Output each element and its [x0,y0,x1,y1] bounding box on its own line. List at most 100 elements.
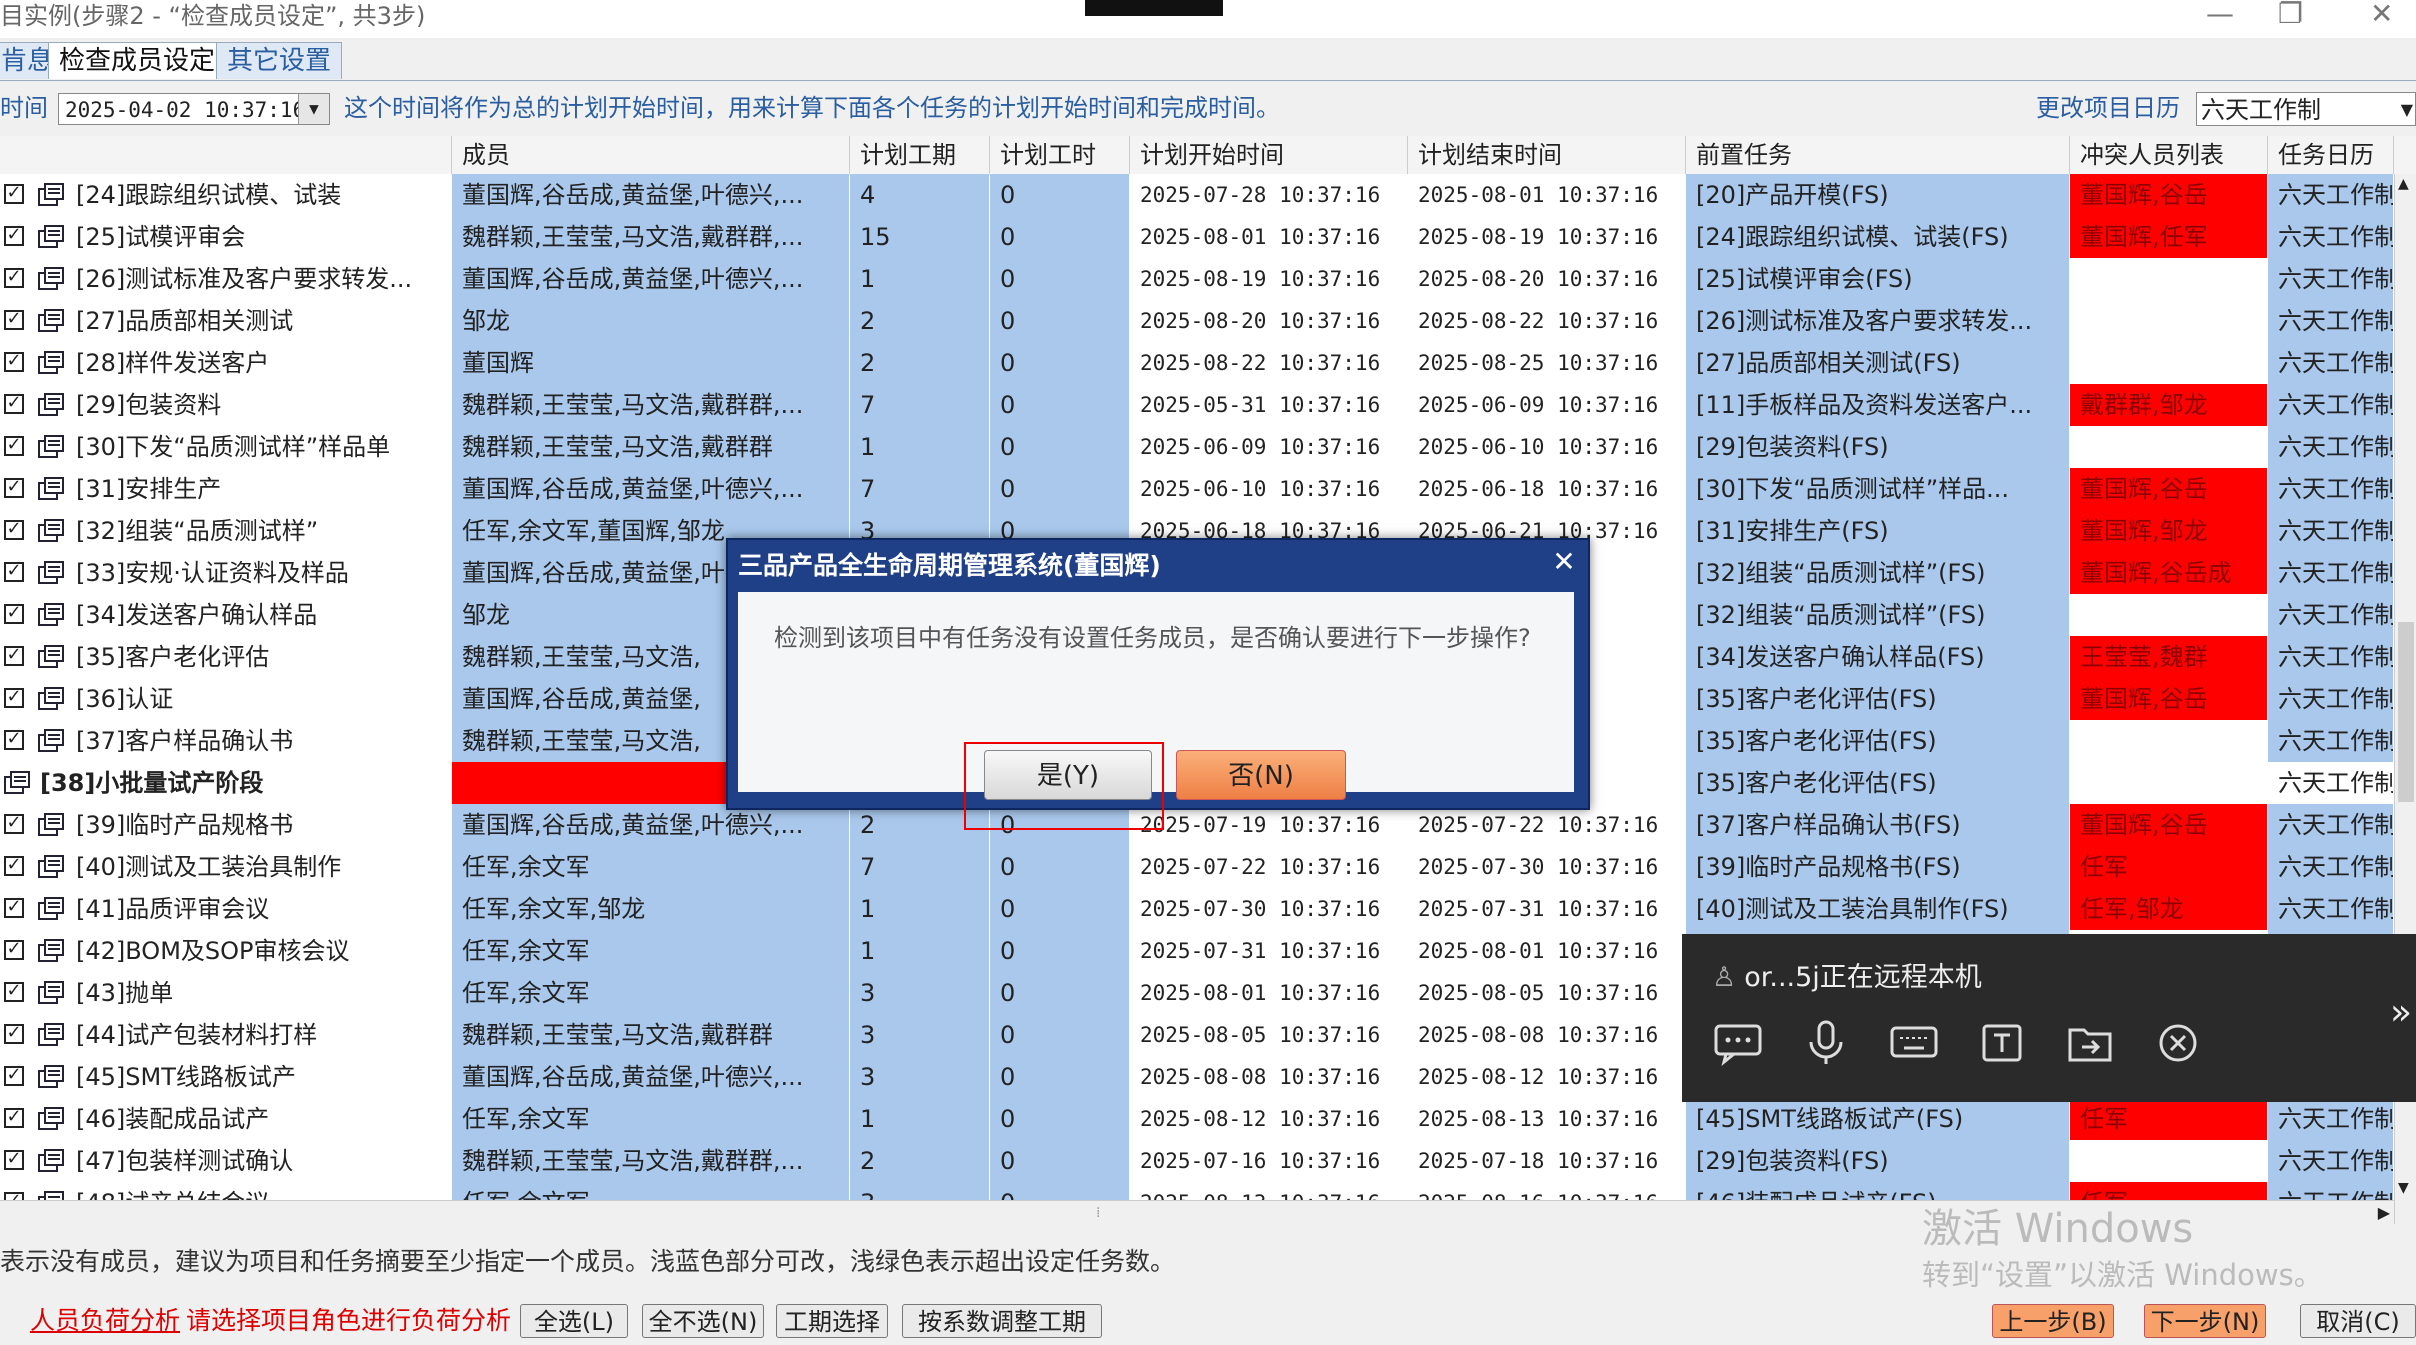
microphone-icon[interactable] [1800,1018,1852,1068]
cell-cal[interactable]: 六天工作制 [2268,216,2394,258]
task-name-cell[interactable]: ✓ [44]试产包装材料打样 [0,1014,452,1056]
table-row[interactable]: ✓ [24]跟踪组织试模、试装 董国辉,谷岳成,黄益堡,叶德兴,... 4 0 2025-… [0,174,2394,217]
row-checkbox[interactable]: ✓ [4,478,24,498]
cell-hours[interactable]: 0 [990,468,1130,510]
chevron-down-icon[interactable]: ▼ [2401,93,2413,127]
task-name-cell[interactable]: ✓ [42]BOM及SOP审核会议 [0,930,452,972]
cell-hours[interactable]: 0 [990,972,1130,1014]
row-checkbox[interactable]: ✓ [4,604,24,624]
cell-duration[interactable]: 1 [850,1098,990,1140]
cell-duration[interactable]: 3 [850,1014,990,1056]
scroll-thumb[interactable] [2398,622,2414,802]
row-checkbox[interactable]: ✓ [4,940,24,960]
cell-cal[interactable]: 六天工作制 [2268,636,2394,678]
header-conflict[interactable]: 冲突人员列表 [2070,136,2268,174]
cell-duration[interactable]: 2 [850,300,990,342]
duration-select-button[interactable]: 工期选择 [776,1304,888,1338]
task-name-cell[interactable]: ✓ [29]包装资料 [0,384,452,426]
select-none-button[interactable]: 全不选(N) [642,1304,764,1338]
cell-hours[interactable]: 0 [990,1056,1130,1098]
cell-pre[interactable]: [40]测试及工装治具制作(FS) [1686,888,2070,930]
cell-duration[interactable]: 7 [850,846,990,888]
row-checkbox[interactable]: ✓ [4,982,24,1002]
cell-cal[interactable]: 六天工作制 [2268,1182,2394,1200]
cell-cal[interactable]: 六天工作制 [2268,1140,2394,1182]
cell-cal[interactable]: 六天工作制 [2268,720,2394,762]
cell-pre[interactable]: [34]发送客户确认样品(FS) [1686,636,2070,678]
row-checkbox[interactable]: ✓ [4,520,24,540]
cell-pre[interactable]: [35]客户老化评估(FS) [1686,678,2070,720]
cell-hours[interactable]: 0 [990,1140,1130,1182]
cell-pre[interactable]: [29]包装资料(FS) [1686,426,2070,468]
scroll-right-icon[interactable]: ▶ [2378,1203,2390,1222]
row-checkbox[interactable]: ✓ [4,436,24,456]
tab-other-settings[interactable]: 其它设置 [216,42,343,79]
header-calendar[interactable]: 任务日历 [2268,136,2394,174]
restore-button[interactable]: ❐ [2278,0,2303,28]
row-checkbox[interactable]: ✓ [4,226,24,246]
cell-pre[interactable]: [11]手板样品及资料发送客户... [1686,384,2070,426]
row-checkbox[interactable]: ✓ [4,1024,24,1044]
row-checkbox[interactable]: ✓ [4,562,24,582]
keyboard-icon[interactable] [1888,1018,1940,1068]
cell-pre[interactable]: [37]客户样品确认书(FS) [1686,804,2070,846]
cell-cal[interactable]: 六天工作制 [2268,888,2394,930]
cell-pre[interactable]: [45]SMT线路板试产(FS) [1686,1098,2070,1140]
cell-duration[interactable]: 2 [850,342,990,384]
chat-icon[interactable] [1712,1018,1764,1068]
cell-pre[interactable]: [35]客户老化评估(FS) [1686,762,2070,804]
cell-cal[interactable]: 六天工作制 [2268,300,2394,342]
task-name-cell[interactable]: ✓ [47]包装样测试确认 [0,1140,452,1182]
cancel-button[interactable]: 取消(C) [2300,1304,2416,1338]
row-checkbox[interactable]: ✓ [4,1192,24,1200]
header-task[interactable] [0,136,452,174]
text-icon[interactable] [1976,1018,2028,1068]
row-checkbox[interactable]: ✓ [4,688,24,708]
cell-members[interactable]: 魏群颖,王莹莹,马文浩,戴群群,... [452,216,850,258]
task-name-cell[interactable]: ✓ [32]组装“品质测试样” [0,510,452,552]
row-checkbox[interactable]: ✓ [4,730,24,750]
cell-duration[interactable]: 1 [850,888,990,930]
cell-members[interactable]: 邹龙 [452,300,850,342]
cell-members[interactable]: 魏群颖,王莹莹,马文浩,戴群群,... [452,384,850,426]
task-name-cell[interactable]: ✓ [33]安规·认证资料及样品 [0,552,452,594]
header-members[interactable]: 成员 [452,136,850,174]
header-predecessor[interactable]: 前置任务 [1686,136,2070,174]
row-checkbox[interactable]: ✓ [4,268,24,288]
cell-hours[interactable]: 0 [990,930,1130,972]
cell-members[interactable]: 任军,余文军 [452,972,850,1014]
row-checkbox[interactable]: ✓ [4,394,24,414]
cell-pre[interactable]: [25]试模评审会(FS) [1686,258,2070,300]
cell-hours[interactable]: 0 [990,846,1130,888]
cell-pre[interactable]: [30]下发“品质测试样”样品... [1686,468,2070,510]
cell-cal[interactable]: 六天工作制 [2268,762,2394,804]
row-checkbox[interactable]: ✓ [4,1108,24,1128]
cell-members[interactable]: 魏群颖,王莹莹,马文浩,戴群群,... [452,1140,850,1182]
scroll-up-icon[interactable]: ▲ [2398,176,2409,192]
cell-cal[interactable]: 六天工作制 [2268,174,2394,216]
header-end[interactable]: 计划结束时间 [1408,136,1686,174]
cell-cal[interactable]: 六天工作制 [2268,342,2394,384]
disconnect-icon[interactable] [2152,1018,2204,1068]
cell-members[interactable]: 董国辉,谷岳成,黄益堡,叶德兴,... [452,468,850,510]
table-row[interactable]: ✓ [46]装配成品试产 任军,余文军 1 0 2025-08-12 10:37:16 20… [0,1098,2394,1141]
row-checkbox[interactable]: ✓ [4,814,24,834]
cell-pre[interactable]: [32]组装“品质测试样”(FS) [1686,552,2070,594]
table-row[interactable]: ✓ [41]品质评审会议 任军,余文军,邹龙 1 0 2025-07-30 10:37:1… [0,888,2394,931]
cell-cal[interactable]: 六天工作制 [2268,258,2394,300]
dialog-close-icon[interactable]: ✕ [1548,546,1580,578]
cell-duration[interactable]: 1 [850,258,990,300]
table-row[interactable]: ✓ [40]测试及工装治具制作 任军,余文军 7 0 2025-07-22 10:37:1… [0,846,2394,889]
cell-duration[interactable]: 1 [850,426,990,468]
cell-members[interactable]: 董国辉,谷岳成,黄益堡,叶德兴,... [452,1056,850,1098]
table-row[interactable]: ✓ [31]安排生产 董国辉,谷岳成,黄益堡,叶德兴,... 7 0 2025-06-10… [0,468,2394,511]
cell-cal[interactable]: 六天工作制 [2268,1098,2394,1140]
cell-hours[interactable]: 0 [990,174,1130,216]
task-name-cell[interactable]: ✓ [30]下发“品质测试样”样品单 [0,426,452,468]
cell-members[interactable]: 董国辉 [452,342,850,384]
cell-duration[interactable]: 15 [850,216,990,258]
cell-cal[interactable]: 六天工作制 [2268,594,2394,636]
table-row[interactable]: ✓ [28]样件发送客户 董国辉 2 0 2025-08-22 10:37:16 2025-… [0,342,2394,385]
cell-hours[interactable]: 0 [990,216,1130,258]
cell-pre[interactable]: [26]测试标准及客户要求转发... [1686,300,2070,342]
